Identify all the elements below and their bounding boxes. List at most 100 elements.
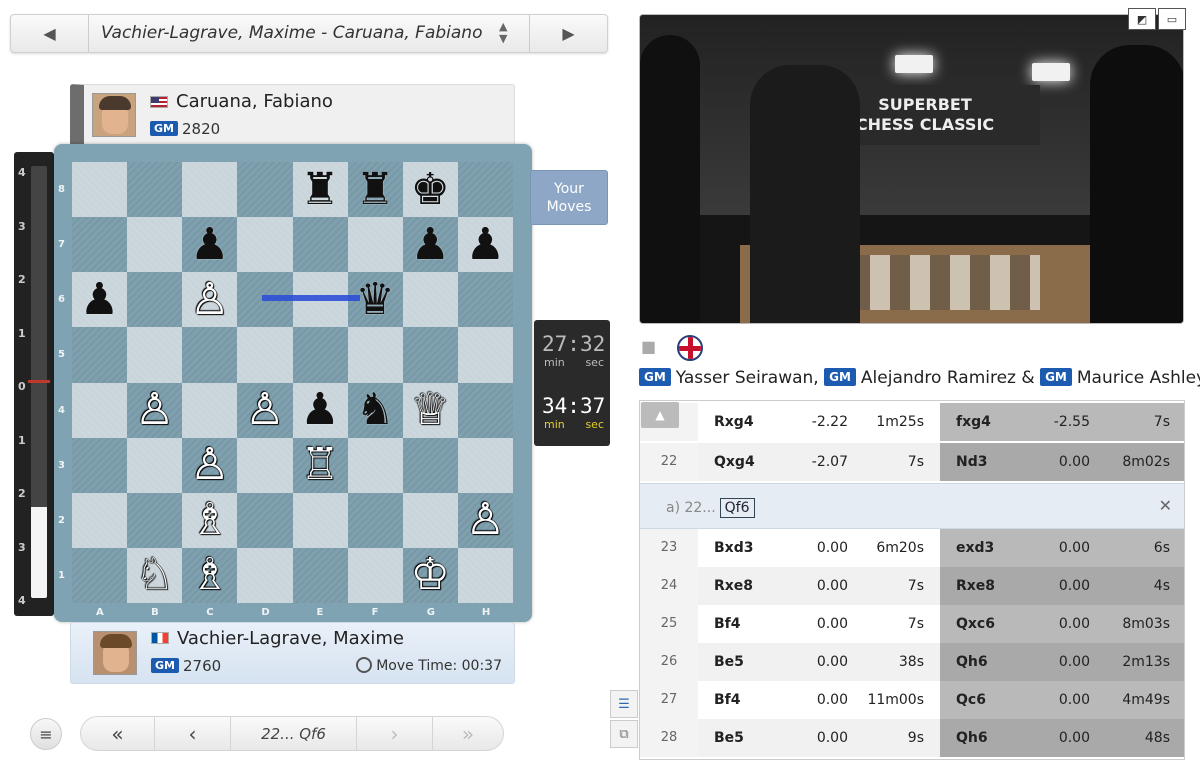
square-a2[interactable] [72,492,128,548]
square-d5[interactable] [237,327,293,383]
chess-board[interactable]: ♜ ♜ ♚ ♟ ♟ ♟ ♟ ♙ ♛ ♙ ♙ ♟ ♞ ♕ ♙ ♖ ♗ ♙ ♘ ♗ ♔ [72,162,513,603]
square-a7[interactable] [72,217,128,273]
piece-c6[interactable]: ♙ [182,272,237,327]
white-move-cell[interactable]: Bf4 0.00 7s [698,605,940,643]
square-a8[interactable] [72,162,128,218]
square-e5[interactable] [292,327,348,383]
square-a5[interactable] [72,327,128,383]
sort-updown-icon[interactable]: ▲ ▼ [499,21,507,45]
square-b3[interactable] [127,437,183,493]
fullscreen-icon[interactable]: ▭ [1158,8,1186,30]
white-move-cell[interactable]: Bf4 0.00 11m00s [698,681,940,719]
piece-g8[interactable]: ♚ [403,162,458,217]
game-title[interactable]: Vachier-Lagrave, Maxime - Caruana, Fabia… [101,23,482,43]
camera-icon[interactable]: ■ [641,337,665,359]
white-move-cell[interactable]: Be5 0.00 38s [698,643,940,681]
piece-a6[interactable]: ♟ [72,272,127,327]
white-move-cell[interactable]: Rxg4 -2.22 1m25s [698,403,940,441]
piece-e4[interactable]: ♟ [293,383,348,438]
game-selector[interactable]: ◀ Vachier-Lagrave, Maxime - Caruana, Fab… [10,14,608,53]
piece-d4[interactable]: ♙ [237,383,292,438]
square-b6[interactable] [127,272,183,328]
expand-video-icon[interactable]: ◩ [1128,8,1156,30]
piece-c2[interactable]: ♗ [182,493,237,548]
uk-flag-icon[interactable] [677,335,703,361]
black-move-cell[interactable]: Qxc6 0.00 8m03s [940,605,1184,643]
menu-button[interactable]: ≡ [30,718,62,750]
square-c4[interactable] [182,382,238,438]
piece-e8[interactable]: ♜ [293,162,348,217]
square-h6[interactable] [457,272,513,328]
piece-h2[interactable]: ♙ [458,493,513,548]
square-h5[interactable] [457,327,513,383]
piece-g1[interactable]: ♔ [403,548,458,603]
square-f1[interactable] [347,547,403,603]
square-h1[interactable] [457,547,513,603]
square-a4[interactable] [72,382,128,438]
next-game-button[interactable]: ▶ [529,15,607,52]
notation-view-icon[interactable]: ☰ [610,690,638,718]
close-icon[interactable]: ✕ [1159,496,1172,515]
square-b2[interactable] [127,492,183,548]
square-d8[interactable] [237,162,293,218]
black-move-cell[interactable]: Qc6 0.00 4m49s [940,681,1184,719]
square-g3[interactable] [402,437,458,493]
piece-c1[interactable]: ♗ [182,548,237,603]
previous-game-button[interactable]: ◀ [11,15,89,52]
last-move-button[interactable]: » [433,717,503,750]
white-move-cell[interactable]: Bxd3 0.00 6m20s [698,529,940,567]
white-move-cell[interactable]: Qxg4 -2.07 7s [698,443,940,481]
black-move-cell[interactable]: fxg4 -2.55 7s [940,403,1184,441]
scroll-to-top-icon[interactable]: ▲ [641,402,679,428]
piece-g4[interactable]: ♕ [403,383,458,438]
square-f3[interactable] [347,437,403,493]
black-move-cell[interactable]: Rxe8 0.00 4s [940,567,1184,605]
white-move-cell[interactable]: Be5 0.00 9s [698,719,940,757]
variation-move[interactable]: Qf6 [719,498,755,518]
square-e7[interactable] [292,217,348,273]
black-move-cell[interactable]: Qh6 0.00 48s [940,719,1184,757]
black-move-cell[interactable]: Qh6 0.00 2m13s [940,643,1184,681]
engine-view-icon[interactable]: ⧉ [610,720,638,748]
square-b8[interactable] [127,162,183,218]
previous-move-button[interactable]: ‹ [155,717,231,750]
current-move-label[interactable]: 22... Qf6 [231,717,357,750]
piece-b1[interactable]: ♘ [127,548,182,603]
black-move-cell[interactable]: exd3 0.00 6s [940,529,1184,567]
first-move-button[interactable]: « [81,717,155,750]
square-b5[interactable] [127,327,183,383]
move-list[interactable]: 21Rxg4-2.221m25sfxg4-2.557s22Qxg4-2.077s… [639,400,1185,760]
square-d1[interactable] [237,547,293,603]
square-h4[interactable] [457,382,513,438]
square-c8[interactable] [182,162,238,218]
square-h8[interactable] [457,162,513,218]
square-a1[interactable] [72,547,128,603]
square-b7[interactable] [127,217,183,273]
square-g6[interactable] [402,272,458,328]
your-moves-button[interactable]: Your Moves [530,170,608,225]
square-d7[interactable] [237,217,293,273]
next-move-button[interactable]: › [357,717,433,750]
variation-row[interactable]: a) 22... Qf6 ✕ [640,483,1184,529]
piece-g7[interactable]: ♟ [403,217,458,272]
piece-h7[interactable]: ♟ [458,217,513,272]
piece-f8[interactable]: ♜ [348,162,403,217]
live-video[interactable]: SUPERBET CHESS CLASSIC [639,14,1184,324]
square-e1[interactable] [292,547,348,603]
piece-c3[interactable]: ♙ [182,438,237,493]
square-d3[interactable] [237,437,293,493]
square-c5[interactable] [182,327,238,383]
square-e2[interactable] [292,492,348,548]
square-d2[interactable] [237,492,293,548]
piece-f4[interactable]: ♞ [348,383,403,438]
square-f5[interactable] [347,327,403,383]
square-f2[interactable] [347,492,403,548]
square-g2[interactable] [402,492,458,548]
square-g5[interactable] [402,327,458,383]
piece-c7[interactable]: ♟ [182,217,237,272]
white-move-cell[interactable]: Rxe8 0.00 7s [698,567,940,605]
square-f7[interactable] [347,217,403,273]
piece-b4[interactable]: ♙ [127,383,182,438]
black-move-cell[interactable]: Nd3 0.00 8m02s [940,443,1184,481]
piece-e3[interactable]: ♖ [293,438,348,493]
